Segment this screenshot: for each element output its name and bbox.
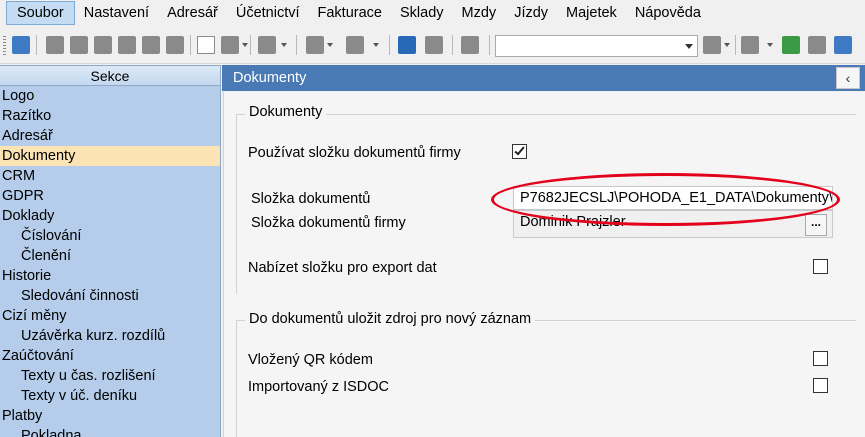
back-arrow-icon[interactable] — [306, 36, 324, 54]
folder-icon[interactable] — [741, 36, 759, 54]
chevron-down-icon[interactable] — [373, 43, 379, 47]
filter-icon[interactable] — [703, 36, 721, 54]
sidebar-item[interactable]: Číslování — [0, 226, 220, 246]
toolbar-separator — [250, 35, 251, 55]
sidebar-item[interactable]: GDPR — [0, 186, 220, 206]
new-record-icon[interactable] — [197, 36, 215, 54]
menu-majetek[interactable]: Majetek — [557, 0, 626, 26]
sidebar-item[interactable]: Razítko — [0, 106, 220, 126]
menu-sklady[interactable]: Sklady — [391, 0, 453, 26]
page-title: Dokumenty — [222, 65, 865, 91]
use-company-folder-label: Používat složku dokumentů firmy — [248, 145, 461, 161]
chevron-down-icon[interactable] — [685, 44, 693, 49]
money-icon[interactable] — [782, 36, 800, 54]
offer-export-checkbox[interactable] — [813, 259, 828, 274]
calculator-icon[interactable] — [834, 36, 852, 54]
attach-icon[interactable] — [142, 36, 160, 54]
percent-icon[interactable] — [808, 36, 826, 54]
sidebar-item[interactable]: Platby — [0, 406, 220, 426]
sidebar-item[interactable]: Dokumenty — [0, 146, 220, 166]
browse-button[interactable]: ... — [805, 214, 827, 236]
menu-fakturace[interactable]: Fakturace — [309, 0, 391, 26]
isdoc-label: Importovaný z ISDOC — [248, 379, 390, 395]
folder-label: Složka dokumentů — [251, 191, 371, 207]
collapse-button[interactable]: ‹ — [836, 67, 860, 89]
offer-export-label: Nabízet složku pro export dat — [248, 260, 437, 276]
isdoc-checkbox[interactable] — [813, 378, 828, 393]
copy-icon[interactable] — [46, 36, 64, 54]
menu-adresar[interactable]: Adresář — [158, 0, 227, 26]
toolbar-separator — [452, 35, 453, 55]
toolbar-separator — [36, 35, 37, 55]
edit-brush-icon[interactable] — [221, 36, 239, 54]
save-icon[interactable] — [398, 36, 416, 54]
toolbar-separator — [389, 35, 390, 55]
sidebar-item[interactable]: Členění — [0, 246, 220, 266]
toolbar-combo[interactable] — [495, 35, 698, 57]
gear-icon[interactable] — [346, 36, 364, 54]
menu-jizdy[interactable]: Jízdy — [505, 0, 557, 26]
cancel-edit-icon[interactable] — [425, 36, 443, 54]
exit-icon[interactable] — [12, 36, 30, 54]
qr-checkbox[interactable] — [813, 351, 828, 366]
sidebar-item[interactable]: Sledování činnosti — [0, 286, 220, 306]
menu-bar: Soubor Nastavení Adresář Účetnictví Fakt… — [0, 0, 865, 26]
group-source-title: Do dokumentů uložit zdroj pro nový zázna… — [245, 311, 536, 327]
chevron-down-icon[interactable] — [327, 43, 333, 47]
use-company-folder-checkbox[interactable] — [512, 144, 527, 159]
sidebar-item[interactable]: Cizí měny — [0, 306, 220, 326]
group-documents-title: Dokumenty — [245, 104, 327, 120]
duplicate-icon[interactable] — [461, 36, 479, 54]
company-folder-label: Složka dokumentů firmy — [251, 215, 406, 231]
chevron-down-icon[interactable] — [767, 43, 773, 47]
chevron-down-icon[interactable] — [281, 43, 287, 47]
sidebar-item[interactable]: Logo — [0, 86, 220, 106]
sidebar-list: Logo Razítko Adresář Dokumenty CRM GDPR Doklad… — [0, 86, 220, 437]
chevron-down-icon[interactable] — [242, 43, 248, 47]
menu-ucetnictvi[interactable]: Účetnictví — [227, 0, 309, 26]
sidebar: Sekce Logo Razítko Adresář Dokumenty CRM GDPR… — [0, 65, 221, 437]
sidebar-item[interactable]: Pokladna — [0, 426, 220, 437]
sidebar-item[interactable]: CRM — [0, 166, 220, 186]
check-icon — [514, 144, 525, 156]
toolbar-grip[interactable] — [3, 36, 6, 56]
menu-napoveda[interactable]: Nápověda — [626, 0, 710, 26]
toolbar-separator — [735, 35, 736, 55]
toolbar-separator — [296, 35, 297, 55]
settings-panel: Dokumenty Používat složku dokumentů firm… — [223, 92, 865, 437]
sidebar-title: Sekce — [0, 65, 220, 86]
sidebar-item[interactable]: Adresář — [0, 126, 220, 146]
sidebar-item[interactable]: Zaúčtování — [0, 346, 220, 366]
toolbar — [0, 27, 865, 64]
menu-soubor[interactable]: Soubor — [6, 1, 75, 25]
columns-icon[interactable] — [258, 36, 276, 54]
sidebar-item[interactable]: Texty u čas. rozlišení — [0, 366, 220, 386]
email-icon[interactable] — [166, 36, 184, 54]
export-pdf-icon[interactable] — [118, 36, 136, 54]
sidebar-item[interactable]: Uzávěrka kurz. rozdílů — [0, 326, 220, 346]
sidebar-item[interactable]: Doklady — [0, 206, 220, 226]
qr-label: Vložený QR kódem — [248, 352, 373, 368]
folder-field[interactable]: P7682JECSLJ\POHODA_E1_DATA\Dokumenty\ — [513, 186, 833, 210]
toolbar-separator — [489, 35, 490, 55]
sidebar-item[interactable]: Historie — [0, 266, 220, 286]
menu-nastaveni[interactable]: Nastavení — [75, 0, 158, 26]
main-panel: Dokumenty ‹ Dokumenty Používat složku do… — [222, 65, 865, 437]
menu-mzdy[interactable]: Mzdy — [453, 0, 506, 26]
page-title-text: Dokumenty — [233, 70, 307, 86]
sidebar-item[interactable]: Texty v úč. deníku — [0, 386, 220, 406]
chevron-down-icon[interactable] — [724, 43, 730, 47]
print-preview-icon[interactable] — [94, 36, 112, 54]
toolbar-separator — [190, 35, 191, 55]
company-folder-field[interactable]: Dominik Prajzler — [513, 210, 833, 238]
chevron-left-icon: ‹ — [845, 70, 851, 86]
print-icon[interactable] — [70, 36, 88, 54]
